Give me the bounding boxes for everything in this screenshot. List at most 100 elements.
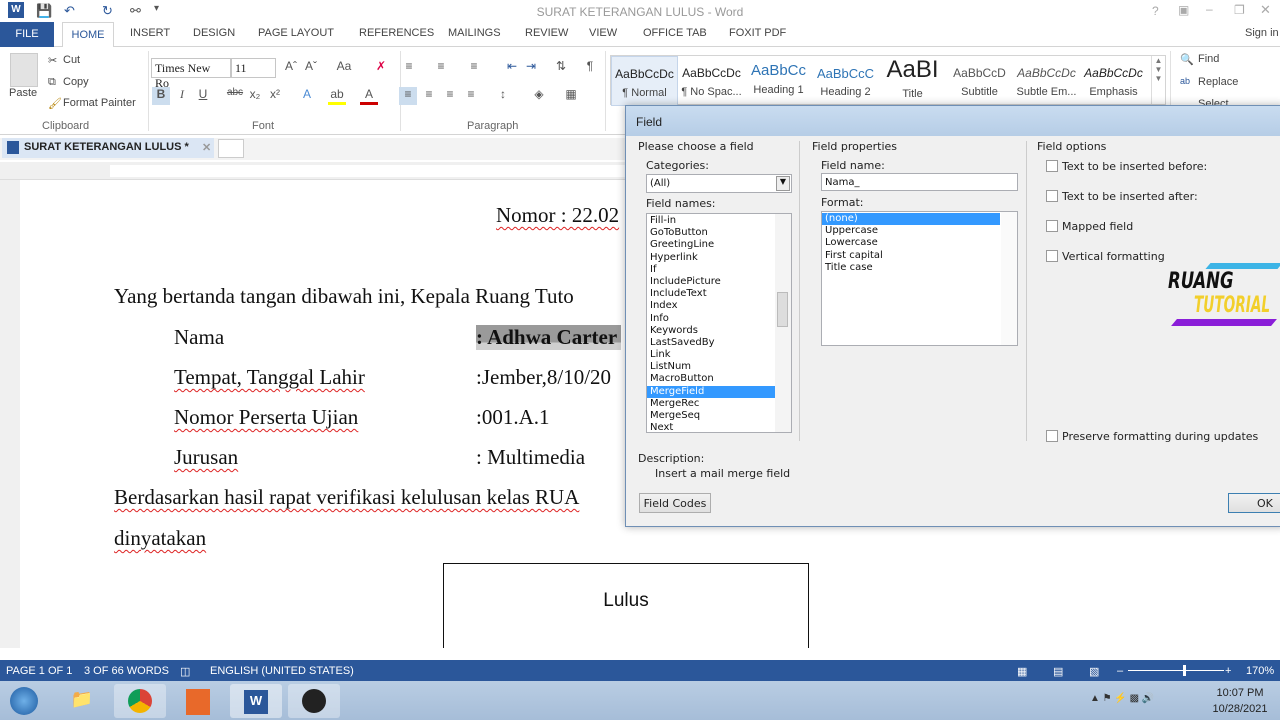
print-layout-icon[interactable]: ▤ xyxy=(1053,665,1063,678)
tab-mailings[interactable]: MAILINGS xyxy=(448,27,501,39)
format-scrollbar[interactable] xyxy=(1001,212,1017,345)
style-emphasis[interactable]: AaBbCcDc Emphasis xyxy=(1080,56,1147,106)
style-normal[interactable]: AaBbCcDc ¶ Normal xyxy=(611,56,678,106)
field-name-item[interactable]: Keywords xyxy=(647,325,775,337)
format-item[interactable]: (none) xyxy=(822,213,1000,226)
obs-icon[interactable] xyxy=(288,684,340,718)
tab-view[interactable]: VIEW xyxy=(589,27,617,39)
vertical-ruler[interactable] xyxy=(0,180,20,660)
explorer-icon[interactable]: 📁 xyxy=(56,684,108,718)
field-name-item[interactable]: IncludePicture xyxy=(647,276,775,288)
replace-button[interactable]: Replace xyxy=(1198,76,1238,88)
close-icon[interactable]: ✕ xyxy=(1260,2,1271,18)
field-name-item[interactable]: ListNum xyxy=(647,361,775,373)
highlight-icon[interactable]: ab xyxy=(328,87,346,105)
ok-button[interactable]: OK xyxy=(1228,493,1280,513)
numbering-icon[interactable]: ≡ xyxy=(432,59,450,77)
sort-icon[interactable]: ⇅ xyxy=(552,59,570,77)
tab-review[interactable]: REVIEW xyxy=(525,27,568,39)
style-title[interactable]: AaBI Title xyxy=(879,56,946,106)
style-heading-2[interactable]: AaBbCcC Heading 2 xyxy=(812,56,879,106)
field-name-item[interactable]: MergeField xyxy=(647,385,775,398)
tab-insert[interactable]: INSERT xyxy=(130,27,170,39)
tab-page-layout[interactable]: PAGE LAYOUT xyxy=(258,27,334,39)
field-name-input[interactable] xyxy=(821,173,1018,191)
language[interactable]: ENGLISH (UNITED STATES) xyxy=(210,665,354,677)
change-case-icon[interactable]: Aa xyxy=(332,59,356,77)
justify-icon[interactable]: ≡ xyxy=(462,87,480,105)
format-list[interactable]: (none) Uppercase Lowercase First capital Tit… xyxy=(821,211,1018,346)
help-icon[interactable]: ? xyxy=(1152,4,1159,18)
copy-button[interactable]: Copy xyxy=(63,76,89,88)
field-name-item[interactable]: MergeRec xyxy=(647,398,775,410)
paste-button[interactable]: Paste xyxy=(9,87,37,99)
field-name-item[interactable]: Next xyxy=(647,422,775,432)
decrease-indent-icon[interactable]: ⇤ xyxy=(503,59,521,77)
shading-icon[interactable]: ◈ xyxy=(530,87,548,105)
field-names-scrollbar[interactable] xyxy=(775,214,791,432)
zoom-slider-thumb[interactable] xyxy=(1183,665,1187,676)
find-button[interactable]: Find xyxy=(1198,53,1219,65)
format-painter-button[interactable]: Format Painter xyxy=(63,97,136,109)
chrome-icon[interactable] xyxy=(114,684,166,718)
new-tab-button[interactable] xyxy=(218,139,244,158)
document-tab[interactable]: SURAT KETERANGAN LULUS * ✕ xyxy=(2,138,214,158)
format-item[interactable]: Uppercase xyxy=(822,225,1000,237)
borders-icon[interactable]: ▦ xyxy=(562,87,580,105)
zoom-level[interactable]: 170% xyxy=(1246,665,1274,677)
cut-button[interactable]: Cut xyxy=(63,54,80,66)
underline-icon[interactable]: U xyxy=(194,87,212,105)
zoom-in-icon[interactable]: + xyxy=(1225,665,1231,677)
show-formatting-icon[interactable]: ¶ xyxy=(581,59,599,77)
close-tab-icon[interactable]: ✕ xyxy=(202,141,211,154)
tab-home[interactable]: HOME xyxy=(62,22,114,48)
field-name-item[interactable]: Fill-in xyxy=(647,215,775,227)
zoom-slider[interactable] xyxy=(1128,665,1224,676)
preserve-formatting-checkbox[interactable] xyxy=(1046,430,1058,442)
tab-design[interactable]: DESIGN xyxy=(193,27,235,39)
zoom-out-icon[interactable]: – xyxy=(1117,665,1123,677)
clock-date[interactable]: 10/28/2021 xyxy=(1210,703,1270,715)
app-icon[interactable] xyxy=(172,684,224,718)
superscript-icon[interactable]: x² xyxy=(266,87,284,105)
field-name-item[interactable]: Info xyxy=(647,313,775,325)
font-size-combo[interactable]: 11 xyxy=(231,58,276,78)
field-name-item[interactable]: GoToButton xyxy=(647,227,775,239)
format-item[interactable]: First capital xyxy=(822,250,1000,262)
subscript-icon[interactable]: x₂ xyxy=(246,87,264,105)
line-spacing-icon[interactable]: ↕ xyxy=(494,87,512,105)
restore-icon[interactable]: ❐ xyxy=(1234,3,1245,17)
field-name-item[interactable]: MacroButton xyxy=(647,373,775,385)
sign-in-link[interactable]: Sign in xyxy=(1245,27,1279,39)
format-item[interactable]: Title case xyxy=(822,262,1000,274)
align-right-icon[interactable]: ≡ xyxy=(441,87,459,105)
text-effects-icon[interactable]: A xyxy=(298,87,316,105)
tray-icons[interactable]: ▲ ⚑ ⚡ ▩ 🔊 xyxy=(1090,693,1154,704)
align-left-icon[interactable]: ≡ xyxy=(399,87,417,105)
field-name-item[interactable]: Index xyxy=(647,300,775,312)
doc-value-nama[interactable]: : Adhwa Carter xyxy=(476,325,622,350)
field-name-item[interactable]: MergeSeq xyxy=(647,410,775,422)
field-name-item[interactable]: LastSavedBy xyxy=(647,337,775,349)
strikethrough-icon[interactable]: abc xyxy=(226,87,244,105)
text-after-checkbox[interactable] xyxy=(1046,190,1058,202)
paste-icon[interactable] xyxy=(10,53,38,87)
italic-icon[interactable]: I xyxy=(173,87,191,105)
font-color-icon[interactable]: A xyxy=(360,87,378,105)
text-before-checkbox[interactable] xyxy=(1046,160,1058,172)
word-count[interactable]: 3 OF 66 WORDS xyxy=(84,665,169,677)
field-name-item[interactable]: Hyperlink xyxy=(647,252,775,264)
tab-office-tab[interactable]: OFFICE TAB xyxy=(643,27,707,39)
field-name-item[interactable]: Link xyxy=(647,349,775,361)
styles-scroll[interactable]: ▲ ▼ ▼ xyxy=(1151,56,1165,104)
style-heading-1[interactable]: AaBbCc Heading 1 xyxy=(745,56,812,106)
proofing-icon[interactable]: ◫ xyxy=(180,665,190,678)
mapped-field-checkbox[interactable] xyxy=(1046,220,1058,232)
clear-formatting-icon[interactable]: ✗ xyxy=(372,59,390,77)
field-name-item[interactable]: If xyxy=(647,264,775,276)
field-codes-button[interactable]: Field Codes xyxy=(639,493,711,513)
multilevel-list-icon[interactable]: ≡ xyxy=(465,59,483,77)
read-mode-icon[interactable]: ▦ xyxy=(1017,665,1027,678)
format-item[interactable]: Lowercase xyxy=(822,237,1000,249)
shrink-font-icon[interactable]: Aˇ xyxy=(302,59,320,77)
